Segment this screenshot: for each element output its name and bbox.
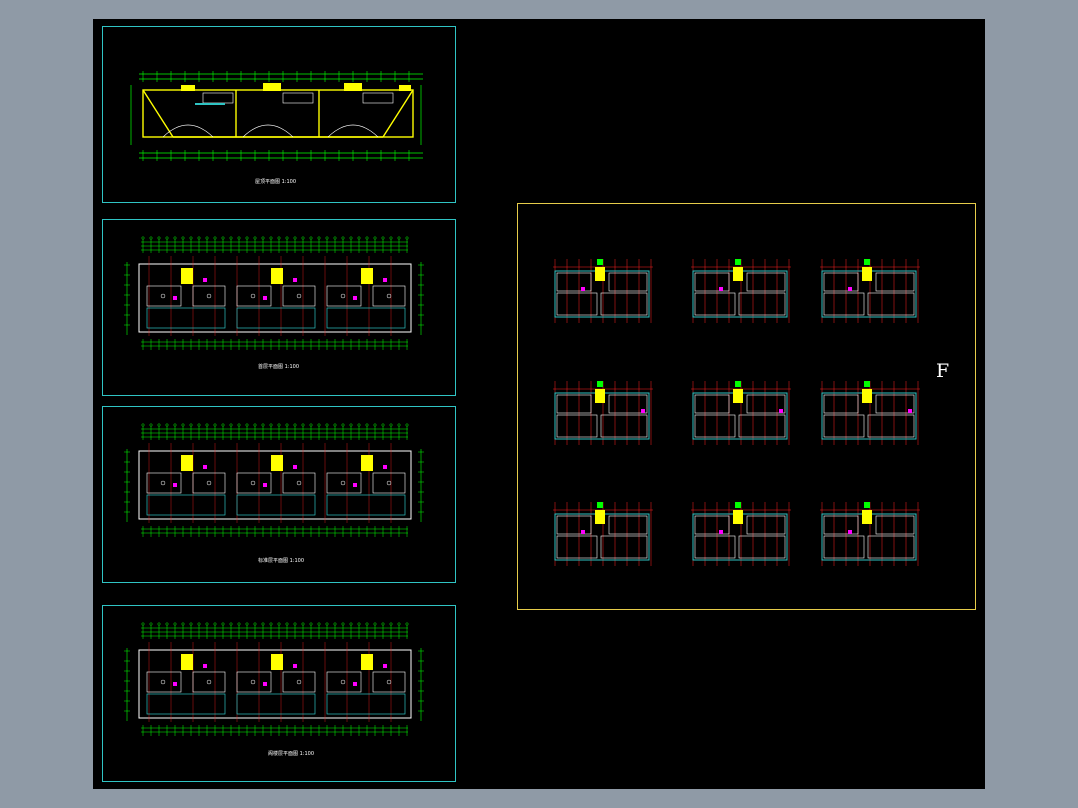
- unit-plan-thumbnail[interactable]: [818, 500, 922, 570]
- set-letter-label: F: [936, 360, 950, 382]
- unit-plan-thumbnail[interactable]: [689, 257, 793, 327]
- unit-plan-thumbnail[interactable]: [551, 257, 655, 327]
- sheet-roof-plan[interactable]: 屋顶平面图 1:100: [102, 26, 456, 203]
- attic-floor-title: 阁楼层平面图 1:100: [268, 751, 315, 757]
- sheet-attic-floor-plan[interactable]: 阁楼层平面图 1:100: [102, 605, 456, 782]
- sheet-ground-floor-plan[interactable]: 首层平面图 1:100: [102, 219, 456, 396]
- model-space-canvas[interactable]: 屋顶平面图 1:100 首层平面图 1:100 标准层平面图 1:100 阁楼层…: [93, 19, 985, 789]
- typical-floor-drawing: [124, 423, 424, 537]
- unit-plan-thumbnail[interactable]: [689, 379, 793, 449]
- ground-floor-title: 首层平面图 1:100: [258, 364, 300, 370]
- unit-plan-thumbnail[interactable]: [689, 500, 793, 570]
- unit-plan-thumbnail[interactable]: [551, 500, 655, 570]
- roof-plan-drawing: [130, 71, 423, 161]
- roof-plan-title: 屋顶平面图 1:100: [255, 179, 297, 185]
- sheet-typical-floor-plan[interactable]: 标准层平面图 1:100: [102, 406, 456, 583]
- unit-plan-thumbnail[interactable]: [551, 379, 655, 449]
- unit-plan-thumbnail[interactable]: [818, 257, 922, 327]
- unit-plan-thumbnail[interactable]: [818, 379, 922, 449]
- typical-floor-title: 标准层平面图 1:100: [258, 558, 305, 564]
